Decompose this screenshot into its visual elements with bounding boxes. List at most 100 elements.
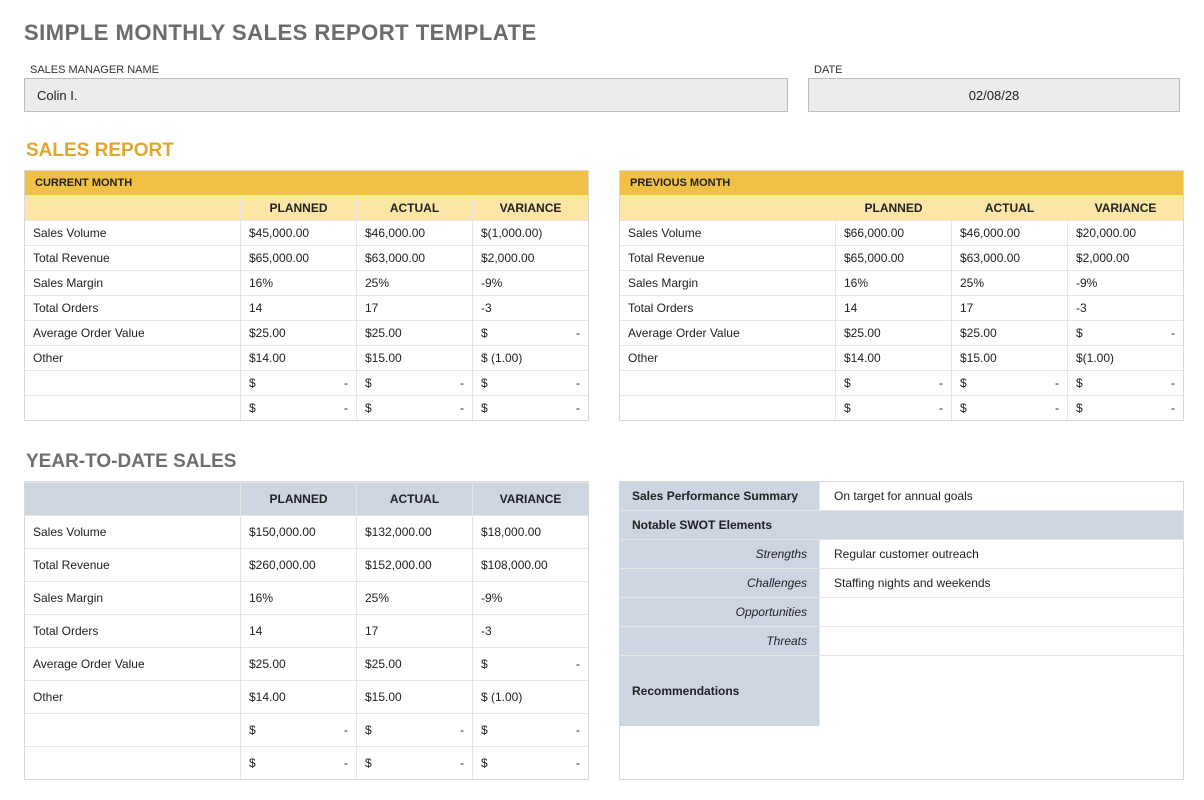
cell[interactable]: $150,000.00 [240,516,356,548]
cell[interactable]: $66,000.00 [835,221,951,245]
cell[interactable]: $65,000.00 [835,246,951,270]
manager-field: SALES MANAGER NAME Colin I. [24,64,788,112]
table-row: Total Revenue $65,000.00 $63,000.00 $2,0… [25,245,588,270]
table-row: $- $- $- [25,746,588,779]
cell[interactable]: -9% [472,271,588,295]
metric-label: Sales Volume [25,221,240,245]
cell[interactable]: $- [1067,371,1183,395]
metric-label: Average Order Value [620,321,835,345]
cell[interactable]: -9% [472,582,588,614]
cell[interactable]: 17 [356,296,472,320]
cell[interactable]: $- [356,371,472,395]
cell[interactable]: $- [835,396,951,420]
cell[interactable]: $25.00 [356,648,472,680]
cell[interactable]: 25% [356,582,472,614]
cell[interactable]: 14 [835,296,951,320]
cell[interactable]: $20,000.00 [1067,221,1183,245]
cell[interactable]: $- [240,371,356,395]
perf-value[interactable]: On target for annual goals [820,482,1183,510]
cell[interactable]: $25.00 [835,321,951,345]
cell[interactable]: $25.00 [356,321,472,345]
summary-opportunities: Opportunities [620,597,1183,626]
cell[interactable]: 17 [951,296,1067,320]
cell[interactable]: $2,000.00 [1067,246,1183,270]
cell[interactable]: $14.00 [835,346,951,370]
cell[interactable]: $15.00 [356,346,472,370]
opportunities-label: Opportunities [620,598,820,626]
cell[interactable]: $14.00 [240,346,356,370]
cell[interactable]: $15.00 [356,681,472,713]
recommendations-value[interactable] [820,656,1183,726]
threats-value[interactable] [820,627,1183,655]
cell[interactable]: $15.00 [951,346,1067,370]
cell[interactable]: 14 [240,296,356,320]
cell[interactable]: $- [951,371,1067,395]
cell[interactable]: $- [240,714,356,746]
cell[interactable]: -3 [1067,296,1183,320]
cell[interactable]: $- [240,747,356,779]
date-input[interactable]: 02/08/28 [808,78,1180,112]
cell[interactable]: $- [472,371,588,395]
cell[interactable]: $2,000.00 [472,246,588,270]
cell[interactable]: $46,000.00 [951,221,1067,245]
cell[interactable]: $260,000.00 [240,549,356,581]
cell[interactable]: 25% [951,271,1067,295]
cell[interactable]: -3 [472,615,588,647]
cell[interactable]: -3 [472,296,588,320]
challenges-value[interactable]: Staffing nights and weekends [820,569,1183,597]
cell[interactable]: $45,000.00 [240,221,356,245]
cell[interactable]: $152,000.00 [356,549,472,581]
cell[interactable]: $(1.00) [1067,346,1183,370]
cell[interactable]: $- [472,321,588,345]
cell[interactable]: $132,000.00 [356,516,472,548]
cell[interactable]: $- [240,396,356,420]
metric-label: Sales Margin [620,271,835,295]
opportunities-value[interactable] [820,598,1183,626]
cell[interactable]: $18,000.00 [472,516,588,548]
table-row: $- $- $- [620,370,1183,395]
cell[interactable]: $25.00 [240,648,356,680]
cell[interactable]: $- [1067,396,1183,420]
threats-label: Threats [620,627,820,655]
page-title: SIMPLE MONTHLY SALES REPORT TEMPLATE [24,20,1180,46]
cell[interactable]: $- [472,714,588,746]
cell[interactable]: $- [356,396,472,420]
cell[interactable]: $46,000.00 [356,221,472,245]
sales-report-row: CURRENT MONTH PLANNED ACTUAL VARIANCE Sa… [24,170,1180,421]
ytd-headers: PLANNED ACTUAL VARIANCE [25,482,588,515]
cell[interactable]: $- [356,747,472,779]
cell[interactable]: $108,000.00 [472,549,588,581]
col-actual: ACTUAL [356,196,472,220]
strengths-value[interactable]: Regular customer outreach [820,540,1183,568]
col-planned: PLANNED [240,196,356,220]
col-planned: PLANNED [835,196,951,220]
cell[interactable]: $14.00 [240,681,356,713]
cell[interactable]: 16% [240,582,356,614]
metric-label: Average Order Value [25,321,240,345]
cell[interactable]: $- [835,371,951,395]
cell[interactable]: $25.00 [951,321,1067,345]
cell[interactable]: $25.00 [240,321,356,345]
cell[interactable]: $- [472,648,588,680]
strengths-label: Strengths [620,540,820,568]
cell[interactable]: $- [1067,321,1183,345]
cell[interactable]: $- [472,747,588,779]
cell[interactable]: 17 [356,615,472,647]
cell[interactable]: $(1,000.00) [472,221,588,245]
manager-input[interactable]: Colin I. [24,78,788,112]
cell[interactable]: $63,000.00 [951,246,1067,270]
cell[interactable]: 14 [240,615,356,647]
cell[interactable]: $65,000.00 [240,246,356,270]
cell[interactable]: $- [472,396,588,420]
col-variance: VARIANCE [1067,196,1183,220]
cell[interactable]: $- [951,396,1067,420]
cell[interactable]: $ (1.00) [472,681,588,713]
cell[interactable]: $63,000.00 [356,246,472,270]
cell[interactable]: 16% [240,271,356,295]
cell[interactable]: $- [356,714,472,746]
cell[interactable]: -9% [1067,271,1183,295]
cell[interactable]: $ (1.00) [472,346,588,370]
cell[interactable]: 25% [356,271,472,295]
cell[interactable]: 16% [835,271,951,295]
previous-month-panel: PREVIOUS MONTH PLANNED ACTUAL VARIANCE S… [619,170,1184,421]
